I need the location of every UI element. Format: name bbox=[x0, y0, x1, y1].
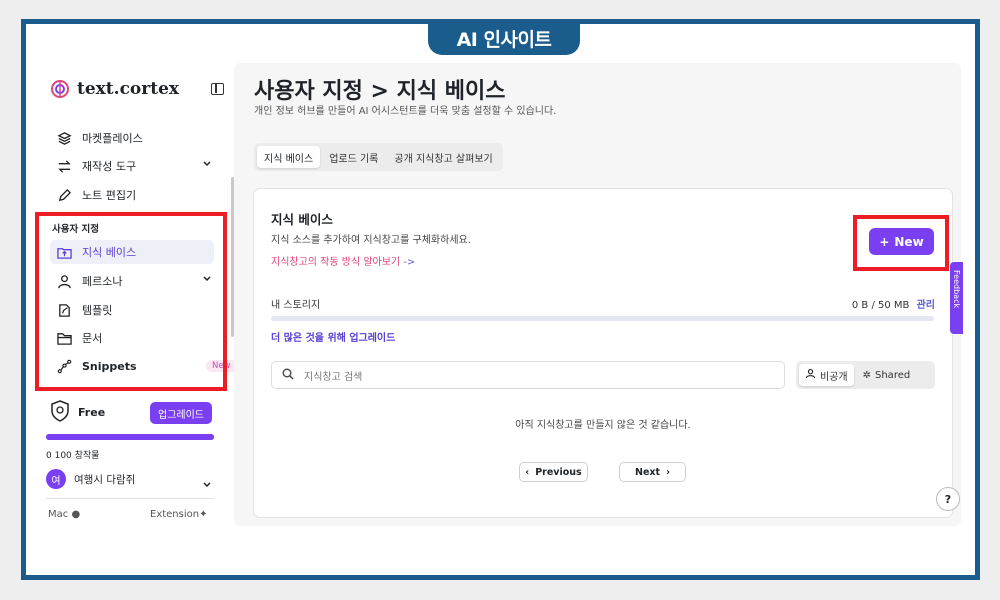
words-count: 0 100 창작물 bbox=[46, 451, 100, 461]
next-button[interactable]: Next › bbox=[619, 462, 686, 482]
extension-label: Extension bbox=[150, 509, 200, 520]
brain-logo-icon bbox=[51, 80, 69, 98]
card-title: 지식 베이스 bbox=[271, 212, 333, 227]
page-subtitle: 개인 정보 허브를 만들어 AI 어시스턴트를 더욱 맞춤 설정할 수 있습니다… bbox=[254, 106, 557, 117]
upgrade-button[interactable]: 업그레이드 bbox=[150, 402, 212, 424]
user-name: 여행시 다람쥐 bbox=[74, 473, 136, 486]
usage-progress-bar bbox=[46, 434, 214, 440]
storage-progress-bar bbox=[271, 316, 934, 321]
share-icon: ✲ bbox=[862, 369, 871, 381]
swap-arrows-icon bbox=[56, 158, 72, 174]
divider bbox=[46, 498, 214, 499]
brand-name: text.cortex bbox=[77, 79, 180, 99]
chevron-down-icon[interactable] bbox=[202, 475, 212, 494]
chevron-left-icon: ‹ bbox=[525, 466, 530, 478]
avatar: 여 bbox=[46, 469, 66, 489]
feedback-tab[interactable]: Feedback bbox=[950, 262, 963, 334]
sidebar-item-label: 노트 편집기 bbox=[82, 189, 137, 202]
storage-label: 내 스토리지 bbox=[271, 300, 321, 311]
search-icon bbox=[282, 368, 294, 383]
tab-upload-history[interactable]: 업로드 기록 bbox=[322, 146, 385, 168]
visibility-toggle: 비공개 ✲ Shared bbox=[796, 361, 935, 389]
sidebar: text.cortex 마켓플레이스 재작성 도구 노트 편집기 사용자 지정 … bbox=[26, 24, 237, 575]
page-title: 사용자 지정 > 지식 베이스 bbox=[254, 79, 506, 104]
plan-name: Free bbox=[78, 406, 106, 419]
pencil-icon bbox=[56, 187, 72, 203]
highlight-box-custom bbox=[35, 212, 227, 391]
sidebar-item-rewriter[interactable]: 재작성 도구 bbox=[56, 154, 211, 178]
sidebar-item-label: 재작성 도구 bbox=[82, 160, 137, 173]
how-it-works-link[interactable]: 지식창고의 작동 방식 알아보기 -> bbox=[271, 253, 415, 268]
chevron-right-icon: › bbox=[666, 466, 670, 478]
toggle-shared-label: Shared bbox=[875, 369, 911, 381]
main-panel: 사용자 지정 > 지식 베이스 개인 정보 허브를 만들어 AI 어시스턴트를 … bbox=[234, 63, 961, 526]
empty-state-message: 아직 지식창고를 만들지 않은 것 같습니다. bbox=[515, 420, 691, 431]
logo[interactable]: text.cortex bbox=[50, 79, 179, 99]
shield-icon bbox=[50, 400, 70, 426]
knowledge-base-card: 지식 베이스 지식 소스를 추가하여 지식창고를 구체화하세요. 지식창고의 작… bbox=[253, 188, 960, 518]
mac-app-link[interactable]: Mac ● bbox=[48, 509, 80, 520]
usage-progress-fill bbox=[46, 434, 214, 440]
apple-icon: ● bbox=[71, 509, 81, 520]
mac-label: Mac bbox=[48, 509, 72, 520]
tab-knowledge-base[interactable]: 지식 베이스 bbox=[257, 146, 321, 168]
user-icon bbox=[805, 368, 816, 382]
previous-label: Previous bbox=[535, 466, 582, 478]
storage-amount: 0 B / 50 MB bbox=[851, 300, 910, 311]
tab-public-knowledge[interactable]: 공개 지식창고 살펴보기 bbox=[387, 146, 499, 168]
sidebar-item-label: 마켓플레이스 bbox=[82, 132, 143, 145]
toggle-private[interactable]: 비공개 bbox=[799, 364, 854, 386]
user-menu[interactable]: 여 여행시 다람쥐 bbox=[46, 469, 135, 489]
sidebar-collapse-icon[interactable] bbox=[211, 83, 224, 95]
previous-button[interactable]: ‹ Previous bbox=[519, 462, 588, 482]
next-label: Next bbox=[635, 466, 661, 478]
upgrade-link[interactable]: 더 많은 것을 위해 업그레이드 bbox=[271, 329, 395, 344]
manage-link[interactable]: 관리 bbox=[917, 300, 935, 311]
sidebar-item-note-editor[interactable]: 노트 편집기 bbox=[56, 183, 136, 207]
extension-link[interactable]: Extension✦ bbox=[150, 509, 207, 520]
banner-title: AI 인사이트 bbox=[428, 21, 580, 55]
storage-value: 0 B / 50 MB 관리 bbox=[852, 296, 935, 311]
help-button[interactable]: ? bbox=[936, 487, 960, 511]
sidebar-item-marketplace[interactable]: 마켓플레이스 bbox=[56, 126, 143, 150]
feedback-label: Feedback bbox=[952, 270, 961, 309]
puzzle-icon: ✦ bbox=[199, 509, 208, 520]
card-description: 지식 소스를 추가하여 지식창고를 구체화하세요. bbox=[271, 235, 471, 246]
chevron-down-icon[interactable] bbox=[202, 159, 212, 172]
highlight-box-new bbox=[853, 215, 949, 271]
layers-icon bbox=[56, 130, 72, 146]
toggle-private-label: 비공개 bbox=[820, 371, 848, 383]
toggle-shared[interactable]: ✲ Shared bbox=[857, 364, 917, 386]
search-input[interactable]: 지식창고 검색 bbox=[271, 361, 785, 389]
arrow-icon: -> bbox=[403, 257, 416, 268]
tab-bar: 지식 베이스 업로드 기록 공개 지식창고 살펴보기 bbox=[254, 143, 503, 171]
link-text: 지식창고의 작동 방식 알아보기 bbox=[271, 257, 401, 268]
search-placeholder: 지식창고 검색 bbox=[304, 371, 363, 383]
